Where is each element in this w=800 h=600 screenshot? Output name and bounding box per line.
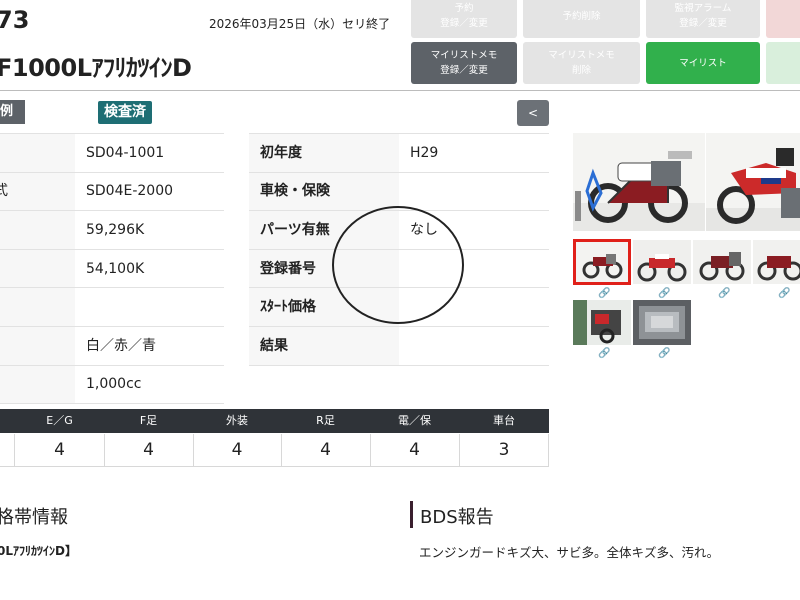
auction-end-date: 2026年03月25日（水）セリ終了	[209, 17, 391, 31]
extra-button-top[interactable]	[766, 0, 800, 38]
watch-alarm-line2: 登録／変更	[679, 18, 727, 29]
first-registration-value: H29	[410, 145, 439, 161]
registration-number-label: 登録番号	[260, 261, 316, 277]
mylist-button[interactable]: マイリスト	[646, 42, 760, 84]
link-icon[interactable]: 🔗	[598, 348, 610, 359]
circle-annotation	[332, 206, 464, 324]
reserve-button-line2: 登録／変更	[440, 18, 488, 29]
row-divider	[0, 403, 224, 404]
model-name: F1000LｱﾌﾘｶﾂｲﾝD	[0, 54, 192, 82]
displacement: 1,000cc	[86, 376, 142, 392]
thumbnail-1-selected[interactable]	[573, 239, 631, 285]
frame-number: SD04-1001	[86, 145, 165, 161]
grade-header-front: F足	[139, 414, 158, 427]
mylist-memo-delete-button[interactable]: マイリストメモ 削除	[523, 42, 640, 84]
grade-header-engine: E／G	[46, 414, 73, 427]
thumbnail-image	[693, 240, 751, 284]
actual-mileage: 54,100K	[86, 261, 145, 277]
header-divider	[0, 90, 800, 91]
grade-header-exterior: 外装	[226, 414, 248, 427]
price-info-title: 格帯情報	[0, 507, 68, 528]
parts-label: パーツ有無	[260, 222, 330, 238]
grade-electric: 4	[409, 440, 420, 460]
grade-exterior: 4	[231, 440, 243, 460]
price-info-model: 0LｱﾌﾘｶﾂｲﾝD】	[0, 544, 77, 558]
mylist-memo-line1: マイリストメモ	[430, 50, 498, 61]
mylist-memo-button[interactable]: マイリストメモ 登録／変更	[411, 42, 517, 84]
bds-report: エンジンガードキズ大、サビ多。全体キズ多、汚れ。	[419, 545, 720, 560]
mylist-label: マイリスト	[679, 57, 727, 69]
link-icon[interactable]: 🔗	[598, 288, 610, 299]
motorcycle-front-image	[706, 133, 800, 231]
thumbnail-image	[633, 300, 691, 345]
mylist-memo-delete-line2: 削除	[571, 65, 591, 76]
collapse-button[interactable]: <	[517, 100, 549, 126]
inspection-insurance-label: 車検・保険	[260, 183, 330, 199]
thumbnail-image	[573, 300, 631, 345]
grade-front: 4	[143, 440, 154, 460]
reserve-button-line1: 予約	[454, 3, 474, 14]
grade-table-bottom	[0, 466, 549, 467]
bds-title: BDS報告	[420, 507, 494, 528]
example-tag: 例	[0, 100, 25, 124]
lot-number: 73	[0, 6, 30, 34]
motorcycle-side-image	[573, 133, 705, 231]
engine-model: SD04E-2000	[86, 183, 174, 199]
meter-mileage: 59,296K	[86, 222, 145, 238]
thumbnail-3[interactable]	[693, 240, 751, 284]
thumbnail-image	[633, 240, 691, 284]
grade-frame: 3	[498, 440, 510, 460]
detail-label: 式	[0, 183, 8, 199]
thumbnail-4[interactable]	[753, 240, 800, 284]
main-photo-left[interactable]	[573, 133, 705, 231]
start-price-label: ｽﾀｰﾄ価格	[260, 299, 316, 315]
grade-engine: 4	[54, 440, 65, 460]
main-photo-right[interactable]	[706, 133, 800, 231]
reserve-delete-button[interactable]: 予約削除	[523, 0, 640, 38]
link-icon[interactable]: 🔗	[658, 288, 670, 299]
mylist-memo-delete-line1: マイリストメモ	[548, 50, 615, 61]
grade-rear: 4	[320, 440, 331, 460]
thumbnail-2[interactable]	[633, 240, 691, 284]
left-label-shade	[0, 134, 75, 404]
link-icon[interactable]: 🔗	[718, 288, 730, 299]
grade-header-frame: 車台	[493, 414, 515, 427]
thumbnail-5[interactable]	[573, 300, 631, 345]
reserve-delete-label: 予約削除	[562, 10, 601, 22]
reserve-button[interactable]: 予約 登録／変更	[411, 0, 517, 38]
watch-alarm-line1: 監視アラーム	[674, 3, 732, 14]
grade-header-electric: 電／保	[398, 414, 431, 427]
thumbnail-6[interactable]	[633, 300, 691, 345]
thumbnail-image	[576, 242, 628, 282]
mylist-memo-line2: 登録／変更	[440, 65, 488, 76]
first-registration-label: 初年度	[260, 145, 302, 161]
body-color: 白／赤／青	[86, 338, 156, 354]
grade-header-rear: R足	[316, 414, 335, 427]
link-icon[interactable]: 🔗	[778, 288, 790, 299]
link-icon[interactable]: 🔗	[658, 348, 670, 359]
inspected-badge: 検査済	[98, 101, 152, 124]
extra-button-bottom[interactable]	[766, 42, 800, 84]
bds-title-bar	[410, 501, 413, 528]
row-divider	[249, 365, 549, 366]
watch-alarm-button[interactable]: 監視アラーム 登録／変更	[646, 0, 760, 38]
result-label: 結果	[260, 338, 288, 354]
thumbnail-image	[753, 240, 800, 284]
